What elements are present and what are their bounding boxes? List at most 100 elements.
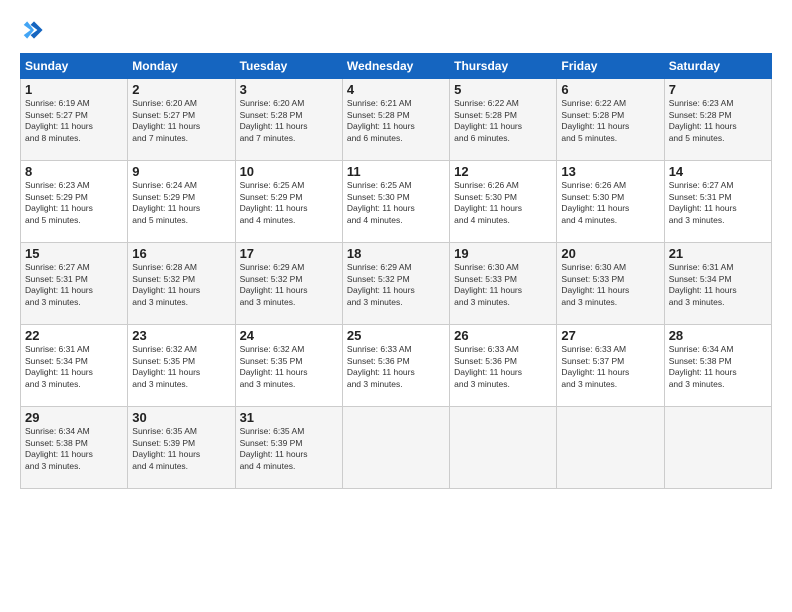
calendar-week-row: 22Sunrise: 6:31 AM Sunset: 5:34 PM Dayli… xyxy=(21,325,772,407)
calendar-cell: 29Sunrise: 6:34 AM Sunset: 5:38 PM Dayli… xyxy=(21,407,128,489)
calendar-table: SundayMondayTuesdayWednesdayThursdayFrid… xyxy=(20,53,772,489)
calendar-cell: 12Sunrise: 6:26 AM Sunset: 5:30 PM Dayli… xyxy=(450,161,557,243)
calendar-cell: 27Sunrise: 6:33 AM Sunset: 5:37 PM Dayli… xyxy=(557,325,664,407)
day-number: 19 xyxy=(454,246,552,261)
calendar-week-row: 8Sunrise: 6:23 AM Sunset: 5:29 PM Daylig… xyxy=(21,161,772,243)
day-number: 8 xyxy=(25,164,123,179)
calendar-cell: 16Sunrise: 6:28 AM Sunset: 5:32 PM Dayli… xyxy=(128,243,235,325)
calendar-cell: 25Sunrise: 6:33 AM Sunset: 5:36 PM Dayli… xyxy=(342,325,449,407)
logo-icon xyxy=(22,18,46,42)
cell-info: Sunrise: 6:27 AM Sunset: 5:31 PM Dayligh… xyxy=(669,180,767,226)
weekday-header-thursday: Thursday xyxy=(450,54,557,79)
calendar-cell: 11Sunrise: 6:25 AM Sunset: 5:30 PM Dayli… xyxy=(342,161,449,243)
cell-info: Sunrise: 6:35 AM Sunset: 5:39 PM Dayligh… xyxy=(132,426,230,472)
calendar-cell: 21Sunrise: 6:31 AM Sunset: 5:34 PM Dayli… xyxy=(664,243,771,325)
day-number: 7 xyxy=(669,82,767,97)
day-number: 18 xyxy=(347,246,445,261)
calendar-cell: 30Sunrise: 6:35 AM Sunset: 5:39 PM Dayli… xyxy=(128,407,235,489)
cell-info: Sunrise: 6:32 AM Sunset: 5:35 PM Dayligh… xyxy=(132,344,230,390)
calendar-cell: 6Sunrise: 6:22 AM Sunset: 5:28 PM Daylig… xyxy=(557,79,664,161)
cell-info: Sunrise: 6:33 AM Sunset: 5:37 PM Dayligh… xyxy=(561,344,659,390)
cell-info: Sunrise: 6:33 AM Sunset: 5:36 PM Dayligh… xyxy=(454,344,552,390)
logo xyxy=(20,18,46,43)
cell-info: Sunrise: 6:21 AM Sunset: 5:28 PM Dayligh… xyxy=(347,98,445,144)
calendar-cell: 18Sunrise: 6:29 AM Sunset: 5:32 PM Dayli… xyxy=(342,243,449,325)
day-number: 16 xyxy=(132,246,230,261)
cell-info: Sunrise: 6:34 AM Sunset: 5:38 PM Dayligh… xyxy=(25,426,123,472)
cell-info: Sunrise: 6:30 AM Sunset: 5:33 PM Dayligh… xyxy=(454,262,552,308)
day-number: 26 xyxy=(454,328,552,343)
calendar-cell: 17Sunrise: 6:29 AM Sunset: 5:32 PM Dayli… xyxy=(235,243,342,325)
weekday-header-wednesday: Wednesday xyxy=(342,54,449,79)
calendar-cell: 1Sunrise: 6:19 AM Sunset: 5:27 PM Daylig… xyxy=(21,79,128,161)
cell-info: Sunrise: 6:20 AM Sunset: 5:27 PM Dayligh… xyxy=(132,98,230,144)
calendar-cell: 20Sunrise: 6:30 AM Sunset: 5:33 PM Dayli… xyxy=(557,243,664,325)
cell-info: Sunrise: 6:23 AM Sunset: 5:28 PM Dayligh… xyxy=(669,98,767,144)
calendar-cell: 23Sunrise: 6:32 AM Sunset: 5:35 PM Dayli… xyxy=(128,325,235,407)
day-number: 28 xyxy=(669,328,767,343)
cell-info: Sunrise: 6:31 AM Sunset: 5:34 PM Dayligh… xyxy=(25,344,123,390)
day-number: 25 xyxy=(347,328,445,343)
day-number: 17 xyxy=(240,246,338,261)
calendar-cell: 22Sunrise: 6:31 AM Sunset: 5:34 PM Dayli… xyxy=(21,325,128,407)
day-number: 5 xyxy=(454,82,552,97)
day-number: 31 xyxy=(240,410,338,425)
calendar-cell: 19Sunrise: 6:30 AM Sunset: 5:33 PM Dayli… xyxy=(450,243,557,325)
calendar-cell: 9Sunrise: 6:24 AM Sunset: 5:29 PM Daylig… xyxy=(128,161,235,243)
calendar-cell: 28Sunrise: 6:34 AM Sunset: 5:38 PM Dayli… xyxy=(664,325,771,407)
day-number: 3 xyxy=(240,82,338,97)
cell-info: Sunrise: 6:23 AM Sunset: 5:29 PM Dayligh… xyxy=(25,180,123,226)
cell-info: Sunrise: 6:22 AM Sunset: 5:28 PM Dayligh… xyxy=(561,98,659,144)
day-number: 23 xyxy=(132,328,230,343)
cell-info: Sunrise: 6:24 AM Sunset: 5:29 PM Dayligh… xyxy=(132,180,230,226)
day-number: 27 xyxy=(561,328,659,343)
day-number: 14 xyxy=(669,164,767,179)
day-number: 13 xyxy=(561,164,659,179)
calendar-cell: 2Sunrise: 6:20 AM Sunset: 5:27 PM Daylig… xyxy=(128,79,235,161)
calendar-cell xyxy=(450,407,557,489)
cell-info: Sunrise: 6:29 AM Sunset: 5:32 PM Dayligh… xyxy=(347,262,445,308)
weekday-header-row: SundayMondayTuesdayWednesdayThursdayFrid… xyxy=(21,54,772,79)
cell-info: Sunrise: 6:34 AM Sunset: 5:38 PM Dayligh… xyxy=(669,344,767,390)
calendar-cell: 8Sunrise: 6:23 AM Sunset: 5:29 PM Daylig… xyxy=(21,161,128,243)
calendar-cell xyxy=(342,407,449,489)
calendar-cell: 10Sunrise: 6:25 AM Sunset: 5:29 PM Dayli… xyxy=(235,161,342,243)
calendar-cell: 5Sunrise: 6:22 AM Sunset: 5:28 PM Daylig… xyxy=(450,79,557,161)
calendar-week-row: 15Sunrise: 6:27 AM Sunset: 5:31 PM Dayli… xyxy=(21,243,772,325)
calendar-cell: 7Sunrise: 6:23 AM Sunset: 5:28 PM Daylig… xyxy=(664,79,771,161)
calendar-cell: 15Sunrise: 6:27 AM Sunset: 5:31 PM Dayli… xyxy=(21,243,128,325)
cell-info: Sunrise: 6:22 AM Sunset: 5:28 PM Dayligh… xyxy=(454,98,552,144)
cell-info: Sunrise: 6:20 AM Sunset: 5:28 PM Dayligh… xyxy=(240,98,338,144)
calendar-cell: 14Sunrise: 6:27 AM Sunset: 5:31 PM Dayli… xyxy=(664,161,771,243)
day-number: 4 xyxy=(347,82,445,97)
day-number: 15 xyxy=(25,246,123,261)
day-number: 21 xyxy=(669,246,767,261)
weekday-header-friday: Friday xyxy=(557,54,664,79)
cell-info: Sunrise: 6:30 AM Sunset: 5:33 PM Dayligh… xyxy=(561,262,659,308)
day-number: 9 xyxy=(132,164,230,179)
day-number: 20 xyxy=(561,246,659,261)
cell-info: Sunrise: 6:31 AM Sunset: 5:34 PM Dayligh… xyxy=(669,262,767,308)
day-number: 11 xyxy=(347,164,445,179)
calendar-cell: 24Sunrise: 6:32 AM Sunset: 5:35 PM Dayli… xyxy=(235,325,342,407)
day-number: 6 xyxy=(561,82,659,97)
calendar-cell: 31Sunrise: 6:35 AM Sunset: 5:39 PM Dayli… xyxy=(235,407,342,489)
cell-info: Sunrise: 6:26 AM Sunset: 5:30 PM Dayligh… xyxy=(454,180,552,226)
weekday-header-monday: Monday xyxy=(128,54,235,79)
day-number: 2 xyxy=(132,82,230,97)
calendar-week-row: 29Sunrise: 6:34 AM Sunset: 5:38 PM Dayli… xyxy=(21,407,772,489)
cell-info: Sunrise: 6:25 AM Sunset: 5:30 PM Dayligh… xyxy=(347,180,445,226)
cell-info: Sunrise: 6:28 AM Sunset: 5:32 PM Dayligh… xyxy=(132,262,230,308)
weekday-header-sunday: Sunday xyxy=(21,54,128,79)
day-number: 30 xyxy=(132,410,230,425)
calendar-cell: 4Sunrise: 6:21 AM Sunset: 5:28 PM Daylig… xyxy=(342,79,449,161)
calendar-cell xyxy=(664,407,771,489)
day-number: 24 xyxy=(240,328,338,343)
cell-info: Sunrise: 6:35 AM Sunset: 5:39 PM Dayligh… xyxy=(240,426,338,472)
cell-info: Sunrise: 6:32 AM Sunset: 5:35 PM Dayligh… xyxy=(240,344,338,390)
calendar-cell xyxy=(557,407,664,489)
cell-info: Sunrise: 6:25 AM Sunset: 5:29 PM Dayligh… xyxy=(240,180,338,226)
day-number: 12 xyxy=(454,164,552,179)
calendar-cell: 26Sunrise: 6:33 AM Sunset: 5:36 PM Dayli… xyxy=(450,325,557,407)
cell-info: Sunrise: 6:26 AM Sunset: 5:30 PM Dayligh… xyxy=(561,180,659,226)
